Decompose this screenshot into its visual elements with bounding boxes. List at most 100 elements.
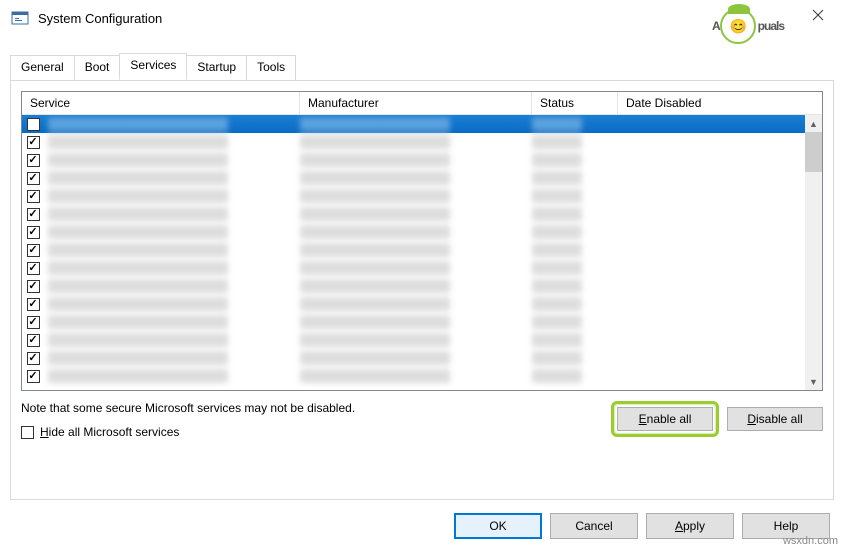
- scroll-down-button[interactable]: ▼: [805, 373, 822, 390]
- row-checkbox[interactable]: [27, 190, 40, 203]
- manufacturer-blurred: [300, 117, 450, 131]
- hide-ms-check-box[interactable]: [21, 426, 34, 439]
- table-row[interactable]: [22, 241, 822, 259]
- hide-microsoft-services-checkbox[interactable]: Hide all Microsoft services: [21, 425, 601, 439]
- service-name-blurred: [48, 153, 228, 167]
- service-name-blurred: [48, 171, 228, 185]
- service-name-blurred: [48, 243, 228, 257]
- service-name-blurred: [48, 279, 228, 293]
- app-icon: [10, 8, 30, 28]
- status-blurred: [532, 351, 582, 365]
- column-header-date-disabled[interactable]: Date Disabled: [618, 92, 822, 114]
- table-row[interactable]: [22, 151, 822, 169]
- status-blurred: [532, 297, 582, 311]
- table-row[interactable]: [22, 277, 822, 295]
- close-button[interactable]: [798, 1, 838, 29]
- enable-all-button[interactable]: Enable all: [617, 407, 713, 431]
- tab-strip: General Boot Services Startup Tools: [0, 54, 844, 80]
- vertical-scrollbar[interactable]: ▲ ▼: [805, 115, 822, 390]
- row-checkbox[interactable]: [27, 352, 40, 365]
- tab-general[interactable]: General: [10, 55, 75, 81]
- table-row[interactable]: [22, 349, 822, 367]
- status-blurred: [532, 333, 582, 347]
- column-header-manufacturer[interactable]: Manufacturer: [300, 92, 532, 114]
- service-name-blurred: [48, 189, 228, 203]
- cancel-button[interactable]: Cancel: [550, 513, 638, 539]
- status-blurred: [532, 369, 582, 383]
- hide-ms-label: Hide all Microsoft services: [40, 425, 179, 439]
- service-name-blurred: [48, 333, 228, 347]
- table-row[interactable]: [22, 331, 822, 349]
- table-row[interactable]: [22, 115, 822, 133]
- scroll-thumb[interactable]: [805, 132, 822, 172]
- service-name-blurred: [48, 315, 228, 329]
- ok-button[interactable]: OK: [454, 513, 542, 539]
- status-blurred: [532, 279, 582, 293]
- tab-startup[interactable]: Startup: [186, 55, 247, 81]
- row-checkbox[interactable]: [27, 172, 40, 185]
- status-blurred: [532, 315, 582, 329]
- row-checkbox[interactable]: [27, 136, 40, 149]
- table-row[interactable]: [22, 187, 822, 205]
- manufacturer-blurred: [300, 171, 450, 185]
- row-checkbox[interactable]: [27, 334, 40, 347]
- manufacturer-blurred: [300, 279, 450, 293]
- scroll-up-button[interactable]: ▲: [805, 115, 822, 132]
- row-checkbox[interactable]: [27, 208, 40, 221]
- status-blurred: [532, 189, 582, 203]
- table-row[interactable]: [22, 133, 822, 151]
- status-blurred: [532, 207, 582, 221]
- table-row[interactable]: [22, 223, 822, 241]
- manufacturer-blurred: [300, 261, 450, 275]
- status-blurred: [532, 135, 582, 149]
- window-title: System Configuration: [38, 11, 798, 26]
- manufacturer-blurred: [300, 333, 450, 347]
- manufacturer-blurred: [300, 351, 450, 365]
- column-header-status[interactable]: Status: [532, 92, 618, 114]
- service-name-blurred: [48, 225, 228, 239]
- status-blurred: [532, 225, 582, 239]
- services-list[interactable]: Service Manufacturer Status Date Disable…: [21, 91, 823, 391]
- disable-all-button[interactable]: Disable all: [727, 407, 823, 431]
- manufacturer-blurred: [300, 207, 450, 221]
- table-row[interactable]: [22, 367, 822, 385]
- tab-services[interactable]: Services: [119, 53, 187, 79]
- status-blurred: [532, 117, 582, 131]
- manufacturer-blurred: [300, 243, 450, 257]
- row-checkbox[interactable]: [27, 226, 40, 239]
- service-name-blurred: [48, 351, 228, 365]
- manufacturer-blurred: [300, 225, 450, 239]
- service-name-blurred: [48, 261, 228, 275]
- status-blurred: [532, 153, 582, 167]
- table-row[interactable]: [22, 313, 822, 331]
- secure-services-note: Note that some secure Microsoft services…: [21, 401, 601, 415]
- tab-tools[interactable]: Tools: [246, 55, 296, 81]
- row-checkbox[interactable]: [27, 244, 40, 257]
- row-checkbox[interactable]: [27, 298, 40, 311]
- manufacturer-blurred: [300, 135, 450, 149]
- service-name-blurred: [48, 369, 228, 383]
- row-checkbox[interactable]: [27, 118, 40, 131]
- manufacturer-blurred: [300, 189, 450, 203]
- row-checkbox[interactable]: [27, 262, 40, 275]
- row-checkbox[interactable]: [27, 280, 40, 293]
- table-row[interactable]: [22, 169, 822, 187]
- row-checkbox[interactable]: [27, 370, 40, 383]
- row-checkbox[interactable]: [27, 154, 40, 167]
- manufacturer-blurred: [300, 369, 450, 383]
- manufacturer-blurred: [300, 153, 450, 167]
- manufacturer-blurred: [300, 297, 450, 311]
- help-button[interactable]: Help: [742, 513, 830, 539]
- row-checkbox[interactable]: [27, 316, 40, 329]
- service-name-blurred: [48, 297, 228, 311]
- table-row[interactable]: [22, 259, 822, 277]
- enable-all-highlight: Enable all: [611, 401, 719, 437]
- table-row[interactable]: [22, 295, 822, 313]
- column-header-service[interactable]: Service: [22, 92, 300, 114]
- status-blurred: [532, 261, 582, 275]
- tab-boot[interactable]: Boot: [74, 55, 121, 81]
- manufacturer-blurred: [300, 315, 450, 329]
- service-name-blurred: [48, 207, 228, 221]
- table-row[interactable]: [22, 205, 822, 223]
- apply-button[interactable]: Apply: [646, 513, 734, 539]
